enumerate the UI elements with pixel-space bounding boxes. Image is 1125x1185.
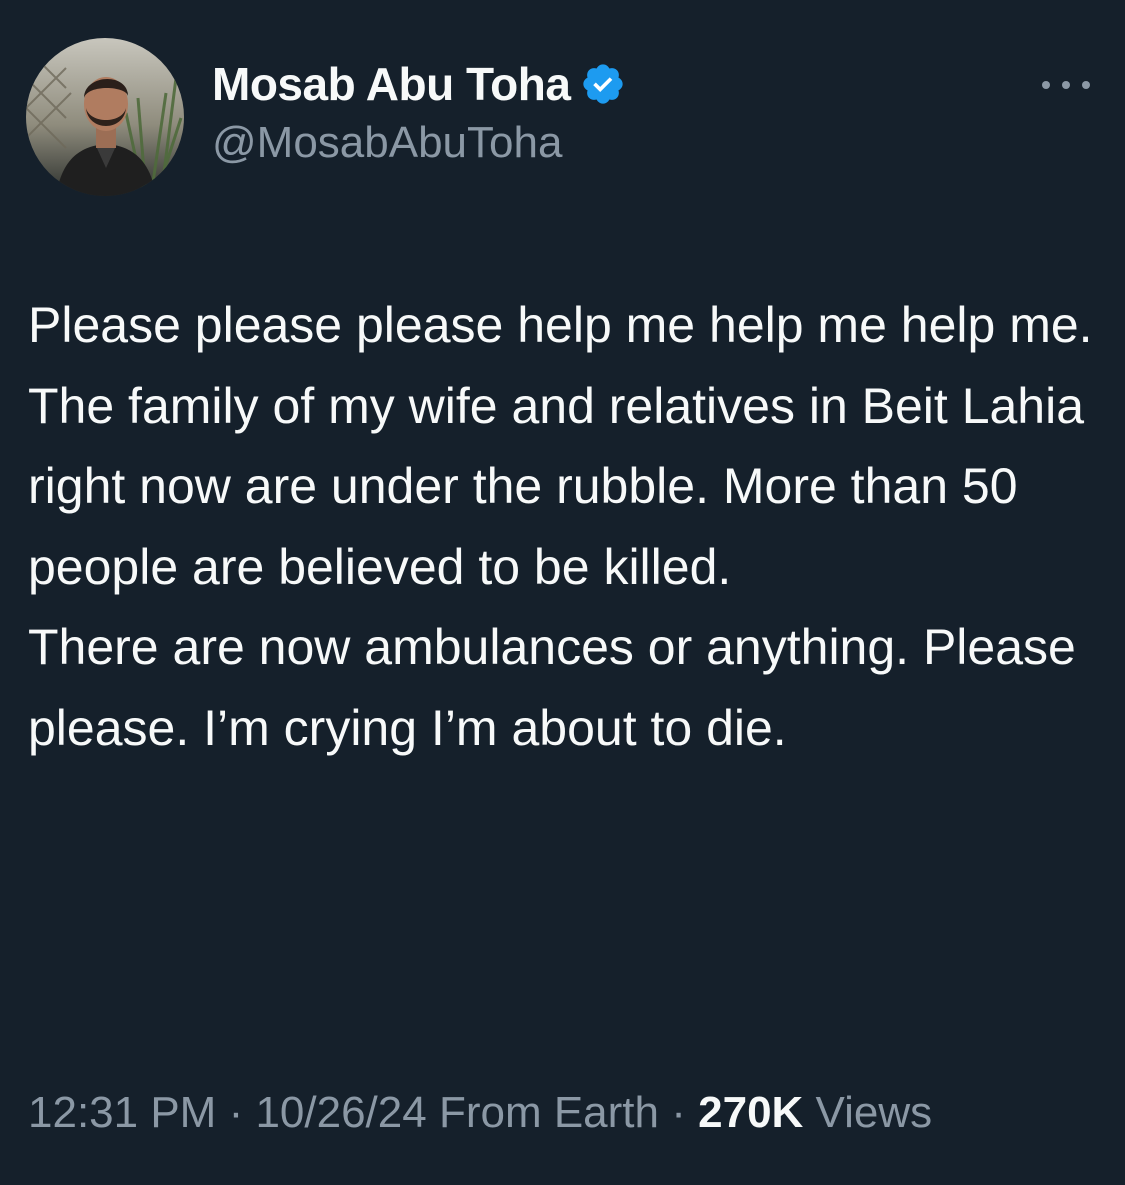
profile-photo-icon (26, 38, 184, 196)
meta-separator: · (216, 1088, 256, 1137)
more-options-icon[interactable] (1036, 70, 1096, 100)
name-row: Mosab Abu Toha (212, 56, 626, 112)
tweet-text: Please please please help me help me hel… (28, 297, 1093, 756)
views-label: Views (803, 1088, 933, 1137)
tweet: Mosab Abu Toha @MosabAbuToha Please plea… (0, 0, 1125, 1185)
user-handle[interactable]: @MosabAbuToha (212, 118, 626, 168)
author-info: Mosab Abu Toha @MosabAbuToha (212, 56, 626, 168)
tweet-date[interactable]: 10/26/24 (255, 1088, 426, 1137)
meta-separator: · (659, 1088, 699, 1137)
tweet-time[interactable]: 12:31 PM (28, 1088, 216, 1137)
tweet-source: From Earth (426, 1088, 660, 1137)
views-count[interactable]: 270K (698, 1088, 803, 1137)
tweet-meta: 12:31 PM · 10/26/24 From Earth · 270K Vi… (28, 1088, 932, 1138)
avatar[interactable] (26, 38, 184, 196)
display-name[interactable]: Mosab Abu Toha (212, 57, 571, 111)
verified-badge-icon (583, 64, 624, 104)
